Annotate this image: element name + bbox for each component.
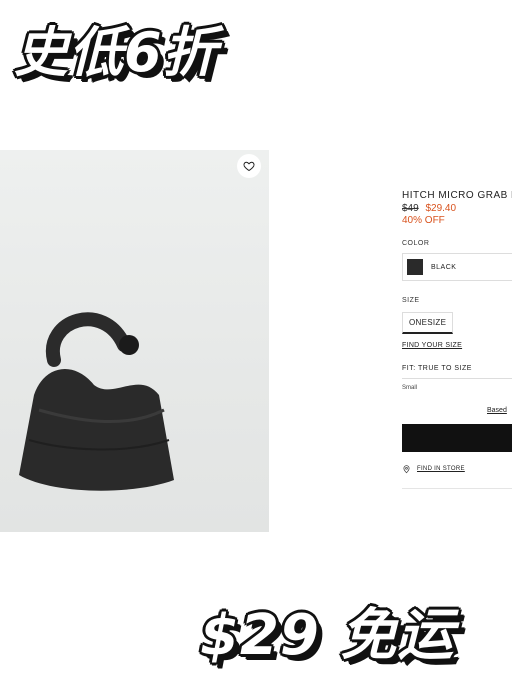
fit-label: FIT: TRUE TO SIZE <box>402 365 512 379</box>
heart-icon <box>243 161 255 172</box>
promo-headline-bottom: $29 免运 <box>200 603 455 668</box>
color-label: COLOR <box>402 240 430 247</box>
find-in-store-link[interactable]: FIND IN STORE <box>417 466 465 472</box>
sale-price: $29.40 <box>425 203 457 214</box>
location-pin-icon <box>403 465 410 474</box>
color-option-black[interactable]: BLACK <box>402 253 512 281</box>
size-label: SIZE <box>402 297 420 304</box>
product-image[interactable] <box>0 150 269 532</box>
color-name: BLACK <box>431 263 457 271</box>
fit-scale-small: Small <box>402 385 418 391</box>
promo-headline-top: 史低6折 <box>14 21 218 84</box>
handbag-illustration <box>19 312 174 491</box>
product-details: HITCH MICRO GRAB B $49 $29.40 40% OFF CO… <box>402 190 512 489</box>
color-swatch <box>407 259 423 275</box>
wishlist-button[interactable] <box>237 154 261 178</box>
find-in-store-row[interactable]: FIND IN STORE <box>402 464 512 489</box>
price-row: $49 $29.40 <box>402 203 512 214</box>
find-your-size-link[interactable]: FIND YOUR SIZE <box>402 342 512 349</box>
discount-badge: 40% OFF <box>402 215 445 226</box>
reviews-link[interactable]: Based <box>402 407 512 414</box>
add-to-bag-button[interactable] <box>402 424 512 452</box>
product-title: HITCH MICRO GRAB B <box>402 190 512 201</box>
original-price: $49 <box>402 203 419 214</box>
size-option-onesize[interactable]: ONESIZE <box>402 312 454 334</box>
